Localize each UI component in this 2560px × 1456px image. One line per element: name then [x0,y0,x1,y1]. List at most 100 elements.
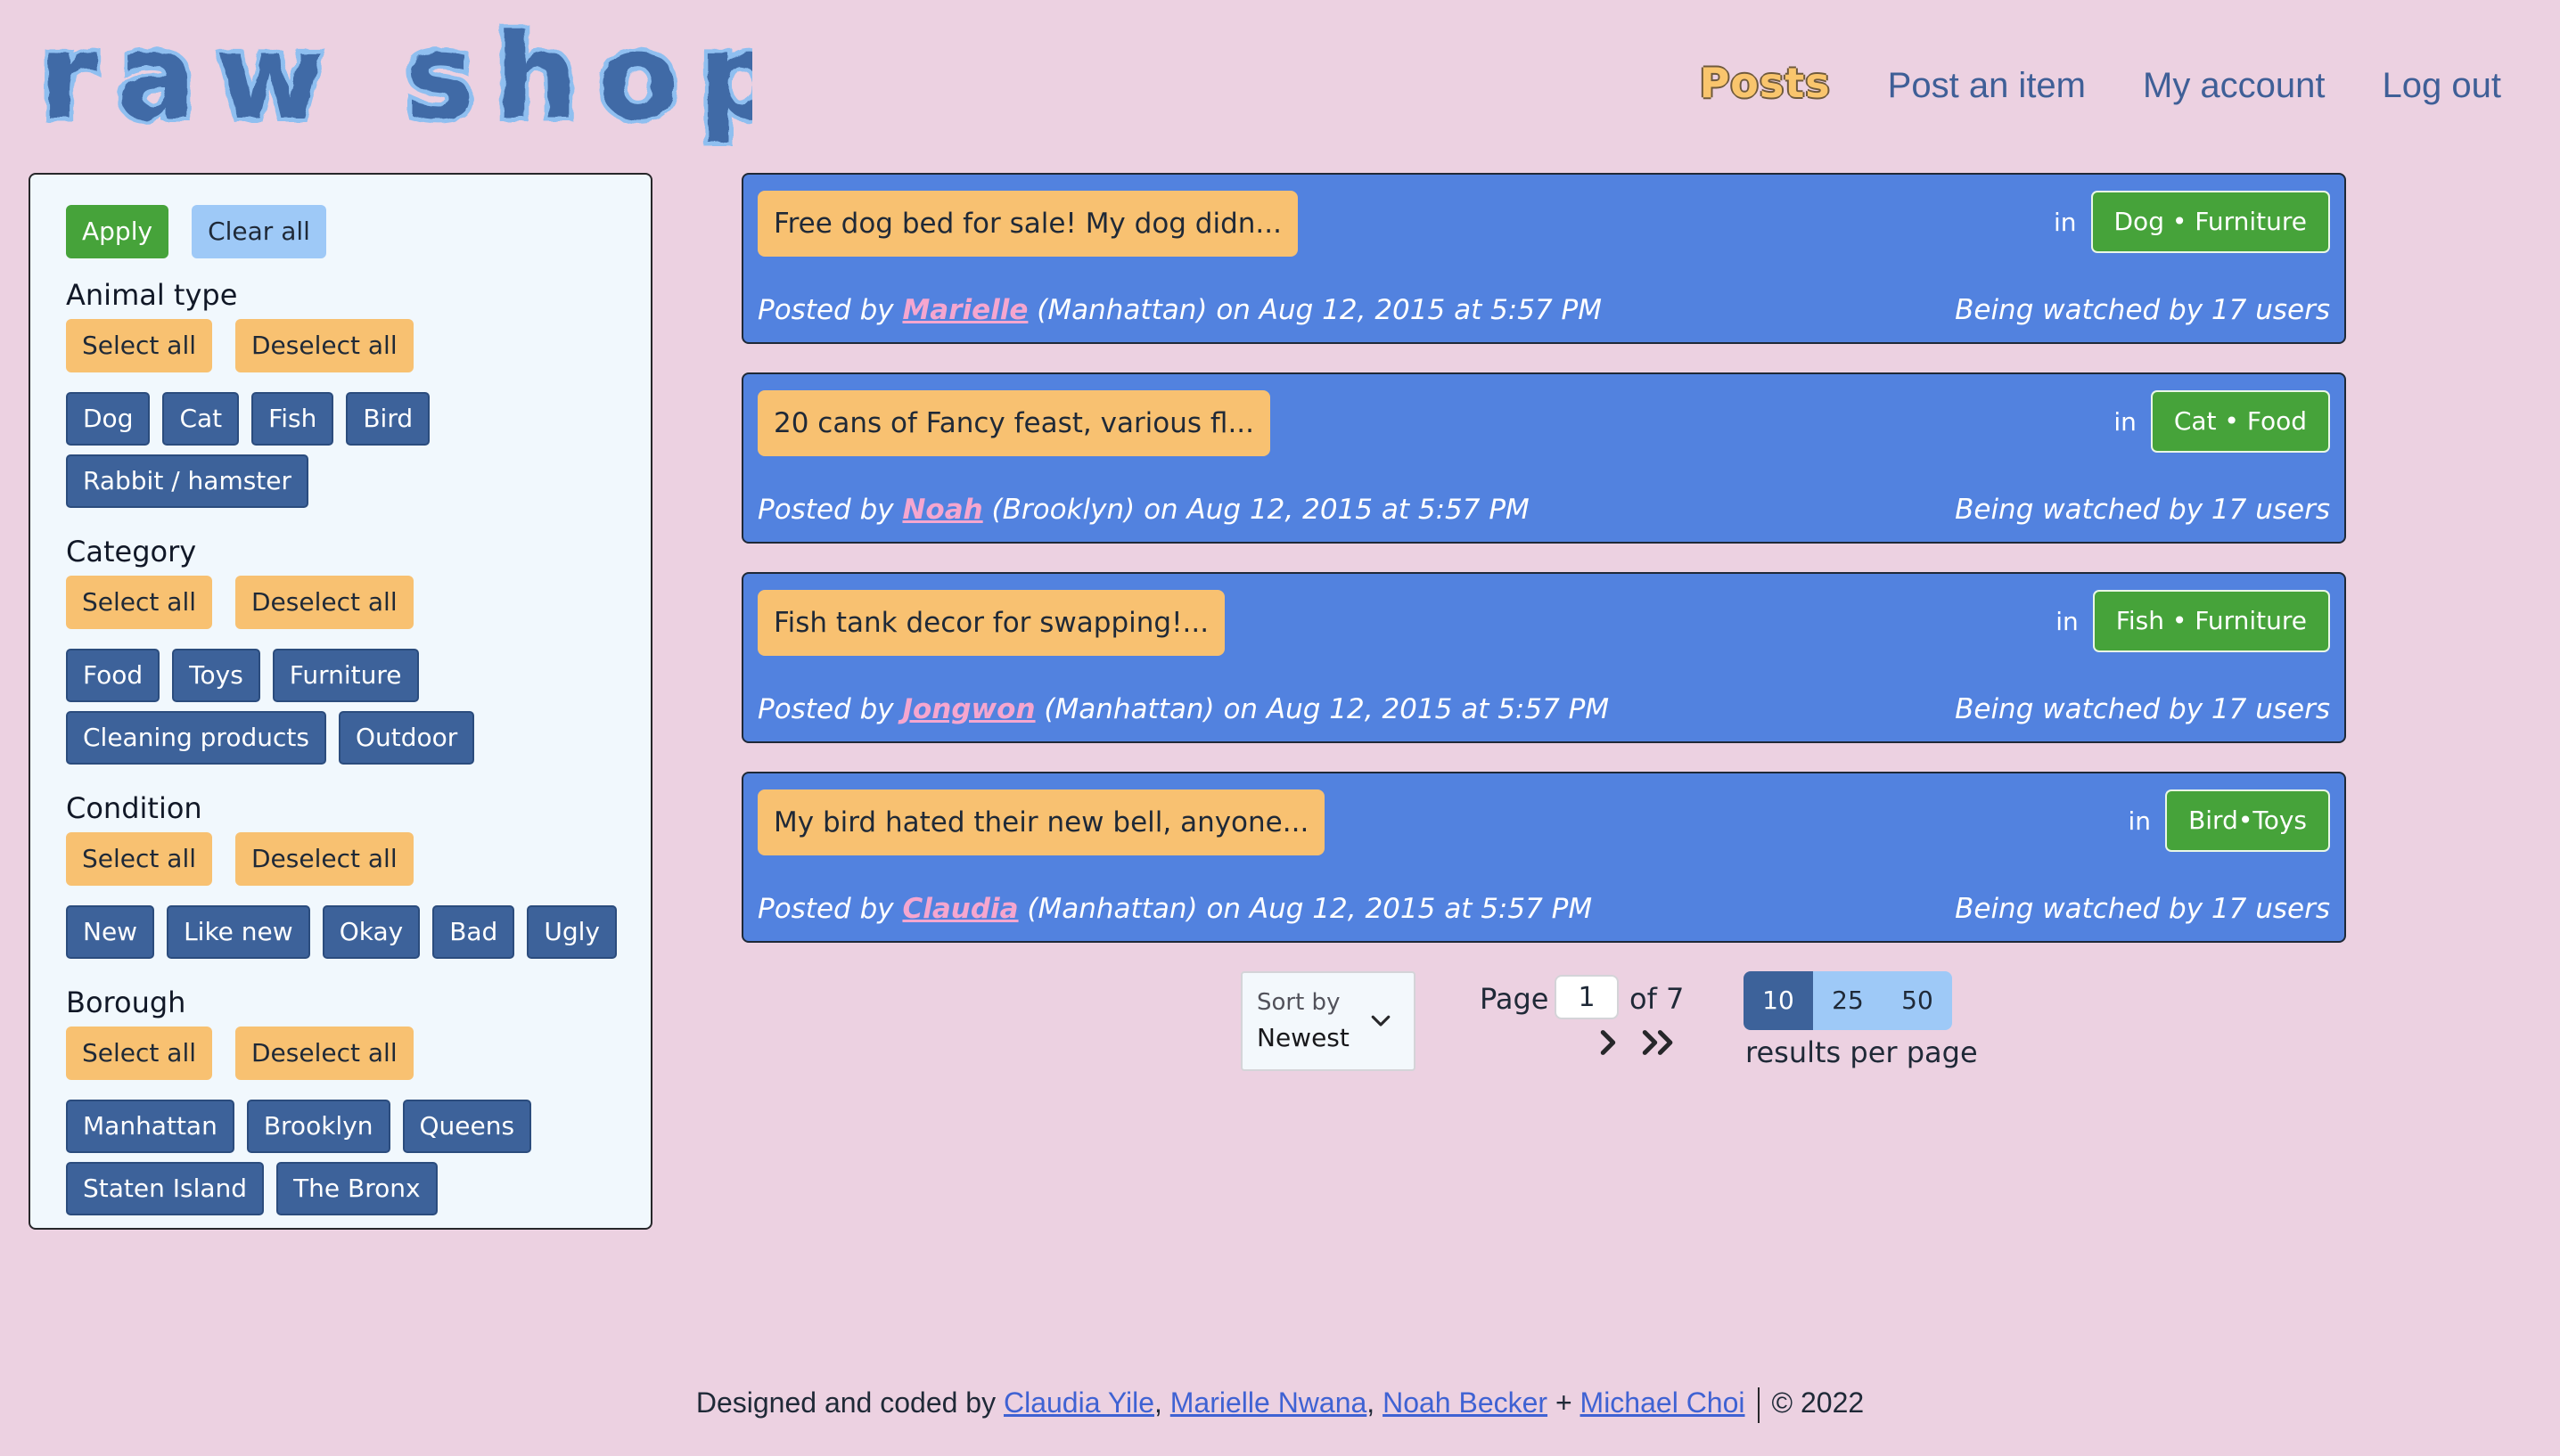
filter-group-condition: Condition Select all Deselect all New Like… [66,791,651,968]
username-link[interactable]: Jongwon [902,693,1035,725]
post-meta: Posted by Marielle (Manhattan) on Aug 12… [758,294,1602,326]
filter-chip-bird[interactable]: Bird [346,392,431,446]
filter-chip-staten-island[interactable]: Staten Island [66,1162,265,1215]
filter-chip-rabbit-hamster[interactable]: Rabbit / hamster [66,454,309,508]
nav-my-account[interactable]: My account [2143,66,2326,106]
main-nav: Posts Post an item My account Log out [1700,59,2501,107]
filter-chip-like-new[interactable]: Like new [167,905,310,959]
copyright: © 2022 [1771,1386,1865,1419]
filter-group-borough: Borough Select all Deselect all Manhattan… [66,986,651,1224]
filter-heading: Condition [66,791,202,825]
filter-chip-outdoor[interactable]: Outdoor [338,711,475,765]
post-location-date: (Manhattan) on Aug 12, 2015 at 5:57 PM [1028,294,1602,326]
raw-shop-logo[interactable]: raw shop [39,21,752,146]
deselect-all-button[interactable]: Deselect all [235,832,414,886]
filter-chip-okay[interactable]: Okay [322,905,421,959]
nav-log-out[interactable]: Log out [2383,66,2501,106]
posted-by-label: Posted by [758,494,903,526]
filter-sidebar: Apply Clear all Animal type Select all Des… [29,173,652,1230]
deselect-all-button[interactable]: Deselect all [235,1027,414,1080]
post-card[interactable]: Free dog bed for sale! My dog didn... in… [742,173,2346,344]
per-page-25[interactable]: 25 [1813,971,1883,1030]
post-category: in Dog • Furniture [2054,191,2330,253]
apply-button[interactable]: Apply [66,205,169,258]
post-location-date: (Manhattan) on Aug 12, 2015 at 5:57 PM [1018,893,1593,925]
footer-credit: Designed and coded by [695,1386,1004,1419]
in-label: in [2055,606,2079,636]
filter-chip-cleaning-products[interactable]: Cleaning products [66,711,326,765]
watch-count: Being watched by 17 users [1955,893,2330,925]
filter-chip-the-bronx[interactable]: The Bronx [276,1162,438,1215]
filter-heading: Borough [66,986,186,1019]
watch-count: Being watched by 17 users [1955,294,2330,326]
page-total: of 7 [1629,982,1685,1016]
filter-chip-fish[interactable]: Fish [251,392,334,446]
chevron-right-icon[interactable] [1592,1025,1624,1060]
filter-chip-ugly[interactable]: Ugly [527,905,617,959]
post-card[interactable]: Fish tank decor for swapping!... in Fish… [742,572,2346,743]
filter-chip-toys[interactable]: Toys [172,649,260,702]
clear-all-button[interactable]: Clear all [192,205,326,258]
filter-chip-food[interactable]: Food [66,649,160,702]
post-location-date: (Brooklyn) on Aug 12, 2015 at 5:57 PM [982,494,1530,526]
results-per-page-toggle: 10 25 50 [1744,971,1952,1030]
post-title[interactable]: 20 cans of Fancy feast, various fl... [758,390,1271,456]
filter-chip-new[interactable]: New [66,905,155,959]
filter-chip-dog[interactable]: Dog [66,392,151,446]
footer-divider [1757,1386,1760,1423]
chevron-down-icon [1371,1015,1391,1027]
nav-post-an-item[interactable]: Post an item [1888,66,2086,106]
username-link[interactable]: Marielle [902,294,1028,326]
post-card[interactable]: 20 cans of Fancy feast, various fl... in… [742,372,2346,544]
footer: Designed and coded by Claudia Yile, Mari… [0,1386,2560,1423]
sort-select[interactable]: Sort by Newest [1241,971,1415,1071]
deselect-all-button[interactable]: Deselect all [235,576,414,629]
page-number-input[interactable] [1555,975,1619,1019]
select-all-button[interactable]: Select all [66,319,212,372]
post-title[interactable]: Free dog bed for sale! My dog didn... [758,191,1298,257]
category-tag[interactable]: Cat • Food [2150,390,2330,453]
double-chevron-right-icon[interactable] [1638,1025,1679,1060]
nav-posts[interactable]: Posts [1700,59,1831,107]
filter-chip-manhattan[interactable]: Manhattan [66,1100,234,1153]
select-all-button[interactable]: Select all [66,832,212,886]
logo-text: raw shop [39,21,752,146]
sort-label: Sort by [1257,989,1341,1016]
per-page-10[interactable]: 10 [1744,971,1813,1030]
in-label: in [2053,207,2077,237]
select-all-button[interactable]: Select all [66,1027,212,1080]
deselect-all-button[interactable]: Deselect all [235,319,414,372]
category-tag[interactable]: Fish • Furniture [2092,590,2330,652]
post-category: in Fish • Furniture [2055,590,2330,652]
filter-chip-furniture[interactable]: Furniture [272,649,419,702]
filter-chip-brooklyn[interactable]: Brooklyn [246,1100,390,1153]
author-link[interactable]: Michael Choi [1580,1386,1745,1419]
filter-chip-cat[interactable]: Cat [162,392,240,446]
watch-count: Being watched by 17 users [1955,494,2330,526]
post-title[interactable]: Fish tank decor for swapping!... [758,590,1226,656]
category-tag[interactable]: Dog • Furniture [2090,191,2330,253]
post-meta: Posted by Jongwon (Manhattan) on Aug 12,… [758,693,1609,725]
page-label: Page [1480,982,1549,1016]
post-title[interactable]: My bird hated their new bell, anyone... [758,789,1325,855]
post-category: in Bird•Toys [2129,789,2330,852]
username-link[interactable]: Noah [902,494,982,526]
sort-value: Newest [1257,1023,1350,1052]
post-category: in Cat • Food [2113,390,2330,453]
post-card[interactable]: My bird hated their new bell, anyone... … [742,772,2346,943]
username-link[interactable]: Claudia [902,893,1018,925]
in-label: in [2128,806,2152,836]
per-page-50[interactable]: 50 [1883,971,1952,1030]
select-all-button[interactable]: Select all [66,576,212,629]
post-list: Free dog bed for sale! My dog didn... in… [742,173,2346,971]
filter-chip-queens[interactable]: Queens [402,1100,532,1153]
posted-by-label: Posted by [758,693,903,725]
filter-heading: Animal type [66,278,238,312]
filter-chip-bad[interactable]: Bad [432,905,515,959]
author-link[interactable]: Noah Becker [1383,1386,1547,1419]
author-link[interactable]: Marielle Nwana [1170,1386,1367,1419]
post-meta: Posted by Claudia (Manhattan) on Aug 12,… [758,893,1592,925]
category-tag[interactable]: Bird•Toys [2165,789,2330,852]
watch-count: Being watched by 17 users [1955,693,2330,725]
author-link[interactable]: Claudia Yile [1004,1386,1154,1419]
